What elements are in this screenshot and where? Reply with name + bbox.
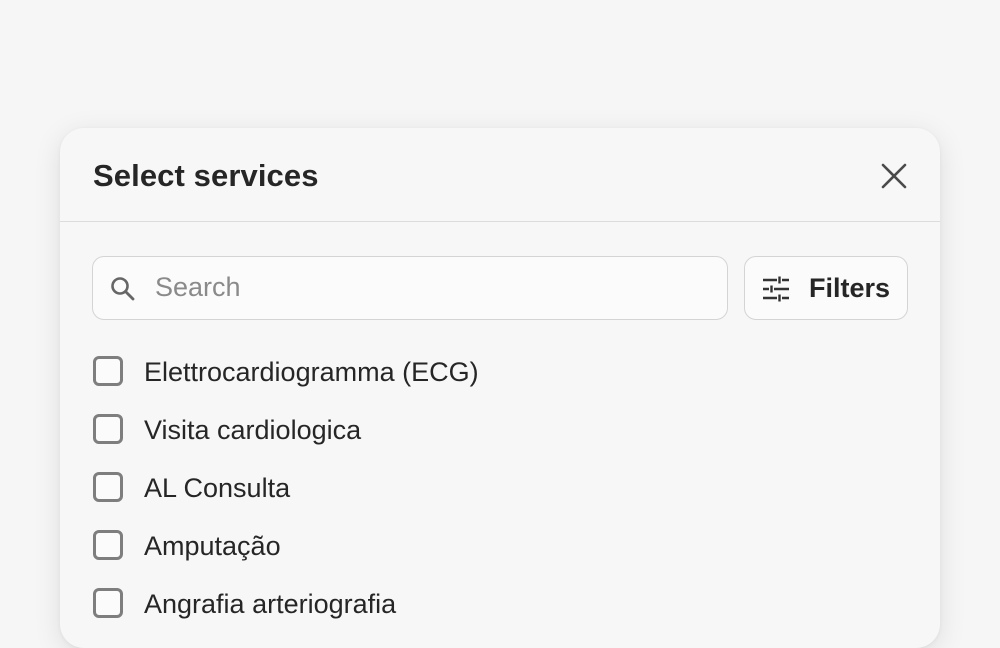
service-label: Angrafia arteriografia <box>144 589 397 619</box>
service-checkbox[interactable] <box>93 530 123 560</box>
modal-header: Select services <box>60 128 940 222</box>
service-label: Visita cardiologica <box>144 415 362 445</box>
service-label: Amputação <box>144 531 281 561</box>
close-icon <box>881 163 907 189</box>
service-checkbox[interactable] <box>93 356 123 386</box>
service-item[interactable]: Visita cardiologica <box>92 412 908 470</box>
service-item[interactable]: Amputação <box>92 528 908 586</box>
select-services-modal: Select services Filters Elettrocardi <box>60 128 940 648</box>
service-checkbox[interactable] <box>93 472 123 502</box>
search-input[interactable] <box>155 257 715 317</box>
service-item[interactable]: Angrafia arteriografia <box>92 586 908 644</box>
filters-button[interactable]: Filters <box>744 256 908 320</box>
search-box[interactable] <box>92 256 728 320</box>
sliders-icon <box>763 276 789 302</box>
service-list: Elettrocardiogramma (ECG) Visita cardiolo… <box>92 354 908 644</box>
service-checkbox[interactable] <box>93 588 123 618</box>
search-icon <box>111 277 135 301</box>
service-label: Elettrocardiogramma (ECG) <box>144 357 479 387</box>
close-button[interactable] <box>878 160 910 192</box>
service-item[interactable]: Elettrocardiogramma (ECG) <box>92 354 908 412</box>
service-item[interactable]: AL Consulta <box>92 470 908 528</box>
filters-label: Filters <box>809 273 891 303</box>
service-checkbox[interactable] <box>93 414 123 444</box>
modal-title: Select services <box>93 158 319 193</box>
service-label: AL Consulta <box>144 473 291 503</box>
